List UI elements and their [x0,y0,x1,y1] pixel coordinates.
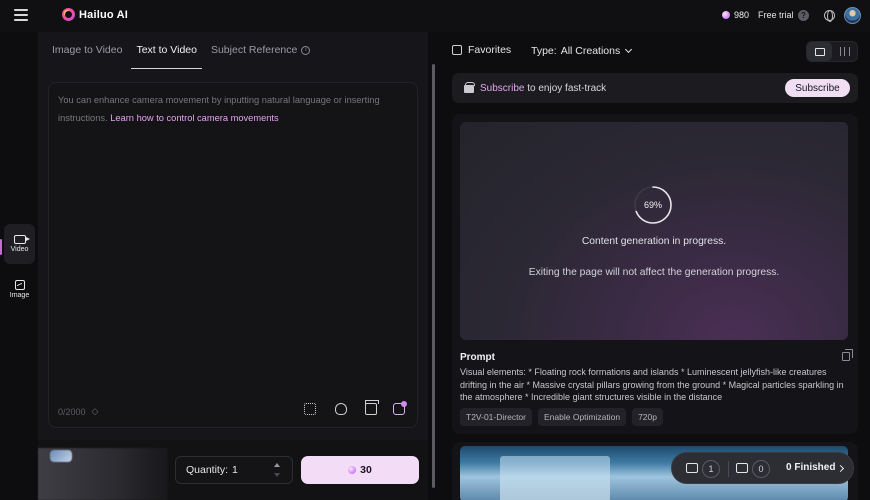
camera-movement-help-link[interactable]: Learn how to control camera movements [110,113,278,123]
chip-optimization: Enable Optimization [538,408,627,426]
rail-item-label: Video [10,246,29,253]
video-icon [13,235,30,244]
credit-gem-icon [348,466,357,474]
view-toggle[interactable] [806,41,858,62]
history-thumbnail-strip[interactable] [38,448,168,500]
finished-status: 0 Finished [786,462,835,473]
copy-icon[interactable] [842,349,853,361]
list-view-icon [814,47,825,56]
info-icon[interactable]: i [301,46,311,55]
avatar[interactable] [844,7,861,24]
favorites-label: Favorites [468,44,512,56]
rail-item-video[interactable]: Video [4,224,35,264]
creations-panel: Favorites Type: All Creations Subscribe … [440,32,870,500]
quantity-label: Quantity: [186,464,229,476]
language-globe-icon[interactable] [824,10,835,22]
rail-active-indicator [0,239,2,255]
lightbulb-icon[interactable] [335,403,347,415]
help-icon[interactable]: ? [798,10,809,21]
banner-text: Subscribe to enjoy fast-track [480,83,606,94]
creation-card: 69% Content generation in progress. Exit… [452,114,858,434]
logo-mark-icon [62,8,75,21]
generate-button[interactable]: 30 [301,456,419,484]
stepper-arrows-icon[interactable] [274,462,282,478]
type-dropdown[interactable]: Type: All Creations [531,45,633,57]
mode-tabs: Image to Video Text to Video Subject Ref… [52,32,324,70]
clapper-icon[interactable] [365,400,379,415]
credits-balance[interactable]: 980 [722,10,749,20]
history-thumbnail[interactable] [50,450,72,462]
char-count-value: 0/2000 [58,406,86,417]
finished-label: Finished [794,462,836,473]
chevron-right-icon[interactable] [836,464,845,473]
video-task-count: 1 [702,460,720,478]
create-panel: Image to Video Text to Video Subject Ref… [38,32,435,500]
subscribe-button[interactable]: Subscribe [785,79,850,97]
banner-rest: to enjoy fast-track [524,82,607,94]
top-bar: Hailuo AI 980 Free trial ? [0,0,870,32]
image-task-count: 0 [752,460,770,478]
scrollbar[interactable] [432,64,435,488]
task-status-pill[interactable]: 1 0 0 Finished [671,452,854,484]
app-name: Hailuo AI [79,8,129,21]
preset-icon[interactable] [304,403,316,415]
subscribe-banner: Subscribe to enjoy fast-track Subscribe [452,73,858,103]
tab-text-to-video[interactable]: Text to Video [131,32,202,70]
credits-value: 980 [734,10,750,20]
favorites-checkbox[interactable] [452,45,462,55]
gift-icon [464,82,475,93]
generation-preview: 69% Content generation in progress. Exit… [460,122,848,340]
prompt-input[interactable]: You can enhance camera movement by input… [48,82,418,428]
generate-cost: 30 [360,464,372,476]
free-trial-link[interactable]: Free trial [758,10,794,20]
rail-item-label: Image [9,291,30,299]
quantity-value: 1 [232,464,238,476]
list-view-button[interactable] [807,42,832,61]
divider [728,461,729,477]
type-label: Type: [531,45,557,57]
progress-percent: 69% [643,200,662,210]
quantity-stepper[interactable]: Quantity: 1 [175,456,293,484]
banner-highlight: Subscribe [480,82,525,94]
side-rail: Video Image [0,32,38,500]
favorites-filter[interactable]: Favorites [452,44,511,56]
credit-gem-icon [722,11,730,19]
eraser-icon[interactable]: ◇ [92,406,99,417]
generation-note: Exiting the page will not affect the gen… [528,267,780,278]
menu-icon[interactable] [14,9,28,21]
tab-subject-reference[interactable]: Subject Reference i [210,32,311,70]
chip-model: T2V-01-Director [460,408,532,426]
char-counter: 0/2000 ◇ [58,406,98,417]
generate-bar: Quantity: 1 30 [38,440,428,500]
tab-label: Subject Reference [210,44,298,56]
grid-view-button[interactable] [832,42,857,61]
tab-label: Image to Video [52,44,123,56]
image-icon [14,279,25,290]
tab-image-to-video[interactable]: Image to Video [52,32,122,70]
chip-resolution: 720p [632,408,663,426]
grid-view-icon [839,47,850,56]
prompt-heading: Prompt [460,352,495,363]
image-task-icon [736,463,748,473]
chevron-down-icon [625,45,633,54]
video-task-icon [686,463,698,473]
generation-status: Content generation in progress. [581,236,727,247]
camera-control-icon[interactable] [393,401,407,415]
prompt-placeholder: You can enhance camera movement by input… [58,92,408,127]
tag-chips: T2V-01-Director Enable Optimization 720p [460,408,663,426]
rail-item-image[interactable]: Image [4,269,35,309]
tab-label: Text to Video [136,44,197,56]
finished-count: 0 [786,462,792,473]
prompt-body: Visual elements: * Floating rock formati… [460,367,844,403]
type-value: All Creations [560,45,621,57]
app-logo[interactable]: Hailuo AI [62,8,128,21]
